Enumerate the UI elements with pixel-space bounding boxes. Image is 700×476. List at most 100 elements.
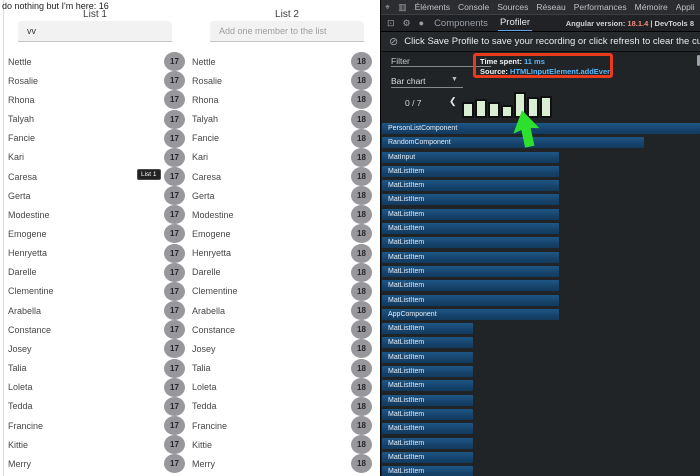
list-item[interactable]: Loleta17 [8,378,185,397]
component-bar-matlistitem[interactable]: MatListItem [382,323,473,334]
list-item[interactable]: Gerta17 [8,186,185,205]
list-item[interactable]: Talyah18 [192,109,372,128]
component-bar-matlistitem[interactable]: MatListItem [382,337,473,348]
count-badge: 18 [351,110,372,129]
member-name: Kittie [192,440,212,450]
list-item[interactable]: Kari17 [8,148,185,167]
component-bar-matlistitem[interactable]: MatListItem [382,252,559,263]
tab-console[interactable]: Console [458,2,489,12]
list-item[interactable]: Rhona17 [8,90,185,109]
list-item[interactable]: Loleta18 [192,378,372,397]
frame-bar[interactable] [475,99,487,118]
component-bar-matlistitem[interactable]: MatListItem [382,209,559,220]
version-label: Angular version: [566,19,626,28]
list-item[interactable]: Talia17 [8,359,185,378]
list-item[interactable]: Henryetta18 [192,244,372,263]
list-item[interactable]: Josey17 [8,339,185,358]
component-bar-matlistitem[interactable]: MatListItem [382,166,559,177]
list-item[interactable]: Kari18 [192,148,372,167]
list-item[interactable]: Fancie18 [192,129,372,148]
list-item[interactable]: Tedda18 [192,397,372,416]
prev-frame-chevron-icon[interactable]: ❮ [449,96,457,107]
list-item[interactable]: Caresa18 [192,167,372,186]
component-bar-matlistitem[interactable]: MatListItem [382,380,473,391]
list-item[interactable]: Emogene17 [8,224,185,243]
component-bar-matlistitem[interactable]: MatListItem [382,180,559,191]
list-item[interactable]: Modestine18 [192,205,372,224]
component-bar-appcomponent[interactable]: AppComponent [382,309,559,320]
frame-bar[interactable] [462,102,474,118]
chart-type-select[interactable]: Bar chart [391,76,426,86]
component-bar-matlistitem[interactable]: MatListItem [382,237,559,248]
list-item[interactable]: Tedda17 [8,397,185,416]
component-bar-matlistitem[interactable]: MatListItem [382,395,473,406]
list-item[interactable]: Rosalie17 [8,71,185,90]
member-name: Emogene [8,229,47,239]
filter-label: Filter [391,56,410,66]
list-item[interactable]: Kittie17 [8,435,185,454]
list-item[interactable]: Emogene18 [192,224,372,243]
member-name: Rosalie [8,76,38,86]
list-item[interactable]: Clementine17 [8,282,185,301]
device-toolbar-icon[interactable]: ▥ [398,2,407,13]
list-item[interactable]: Francine18 [192,416,372,435]
list1-add-member-input[interactable] [18,21,172,42]
component-bar-matlistitem[interactable]: MatListItem [382,280,559,291]
tab-sources[interactable]: Sources [497,2,528,12]
list-item[interactable]: Kittie18 [192,435,372,454]
count-badge: 17 [164,263,185,282]
component-bar-matlistitem[interactable]: MatListItem [382,423,473,434]
list-item[interactable]: Merry17 [8,454,185,473]
tab-lments[interactable]: Éléments [415,2,450,12]
component-bar-matlistitem[interactable]: MatListItem [382,194,559,205]
inspect-icon[interactable]: ⌖ [385,2,390,13]
list-item[interactable]: Darelle18 [192,263,372,282]
list-item[interactable]: Nettle18 [192,52,372,71]
tab-profiler[interactable]: Profiler [498,15,532,32]
component-bar-matlistitem[interactable]: MatListItem [382,466,473,476]
list-item[interactable]: Arabella17 [8,301,185,320]
component-bar-matlistitem[interactable]: MatListItem [382,438,473,449]
tab-mmoire[interactable]: Mémoire [635,2,668,12]
tab-rseau[interactable]: Réseau [536,2,565,12]
chevron-down-icon[interactable]: ▼ [451,76,458,83]
list-item[interactable]: Francine17 [8,416,185,435]
frame-select-icon[interactable]: ⊡ [387,18,395,29]
list-item[interactable]: Arabella18 [192,301,372,320]
component-bar-matlistitem[interactable]: MatListItem [382,452,473,463]
tab-performances[interactable]: Performances [574,2,627,12]
tab-components[interactable]: Components [432,16,490,31]
list-item[interactable]: Talia18 [192,359,372,378]
list-item[interactable]: Darelle17 [8,263,185,282]
frame-bar[interactable] [540,96,552,118]
component-bar-matlistitem[interactable]: MatListItem [382,366,473,377]
list-item[interactable]: Merry18 [192,454,372,473]
list-item[interactable]: Nettle17 [8,52,185,71]
component-bar-matlistitem[interactable]: MatListItem [382,266,559,277]
list-item[interactable]: Modestine17 [8,205,185,224]
frame-counter: 0 / 7 [405,98,422,108]
tab-appli[interactable]: Appli [676,2,695,12]
record-icon[interactable]: ● [419,18,424,28]
list-item[interactable]: Josey18 [192,339,372,358]
list-item[interactable]: Constance17 [8,320,185,339]
list-item[interactable]: Rhona18 [192,90,372,109]
component-bar-matlistitem[interactable]: MatListItem [382,295,559,306]
list-item[interactable]: Henryetta17 [8,244,185,263]
component-bar-matlistitem[interactable]: MatListItem [382,409,473,420]
component-bar-matlistitem[interactable]: MatListItem [382,223,559,234]
source-link[interactable]: HTMLInputElement.addEventListener:keydow… [510,67,613,76]
list-item[interactable]: Constance18 [192,320,372,339]
component-bar-matlistitem[interactable]: MatListItem [382,352,473,363]
frame-bar[interactable] [488,102,500,118]
member-name: Rhona [192,95,219,105]
list-item[interactable]: Fancie17 [8,129,185,148]
component-bar-matinput[interactable]: MatInput [382,152,559,163]
list2-add-member-input[interactable] [210,21,364,42]
gear-icon[interactable]: ⚙ [403,18,411,29]
list-item[interactable]: Rosalie18 [192,71,372,90]
list-item[interactable]: Clementine18 [192,282,372,301]
list-item[interactable]: Gerta18 [192,186,372,205]
member-name: Nettle [192,57,216,67]
list-item[interactable]: Talyah17 [8,109,185,128]
